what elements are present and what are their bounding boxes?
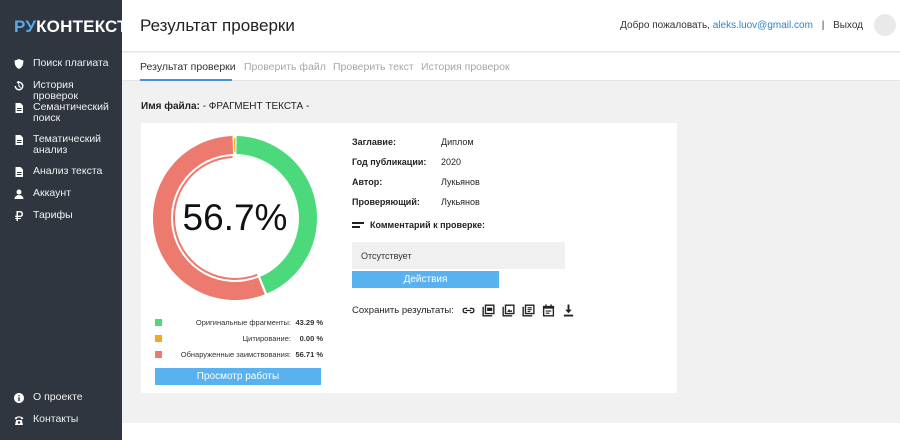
save-results: Сохранить результаты: [352, 303, 581, 317]
sidebar-item-plagiarism[interactable]: Поиск плагиата [0, 58, 122, 80]
tab-check-history[interactable]: История проверок [421, 61, 510, 73]
comment-heading: Комментарий к проверке: [352, 220, 485, 230]
download-icon[interactable] [561, 303, 577, 317]
legend-swatch [155, 319, 162, 326]
welcome-text: Добро пожаловать, [620, 20, 710, 31]
meta-value: Лукьянов [441, 197, 480, 207]
file-name-line: Имя файла: - ФРАГМЕНТ ТЕКСТА - [141, 101, 309, 112]
legend-swatch [155, 335, 162, 342]
legend: Оригинальные фрагменты: 43.29 % Цитирова… [155, 316, 323, 364]
sidebar-item-label: Контакты [33, 413, 79, 425]
sidebar-item-history[interactable]: История проверок [0, 80, 122, 102]
legend-value: 43.29 % [295, 318, 323, 327]
legend-label: Оригинальные фрагменты: [195, 318, 291, 327]
view-work-button[interactable]: Просмотр работы [155, 368, 321, 385]
sidebar-item-tariffs[interactable]: Тарифы [0, 210, 122, 232]
file-name-label: Имя файла: [141, 101, 200, 112]
meta-key: Автор: [352, 177, 383, 187]
tab-check-file[interactable]: Проверить файл [244, 61, 326, 73]
meta-value: 2020 [441, 157, 462, 167]
sidebar-item-label: Тематический анализ [33, 133, 102, 156]
sidebar-item-label: Аккаунт [33, 187, 72, 199]
legend-item-citation: Цитирование: 0.00 % [155, 332, 323, 348]
logo-context: КОНТЕКСТ [36, 17, 128, 36]
sidebar: РУКОНТЕКСТ Поиск плагиата История провер… [0, 0, 127, 440]
pdf-icon[interactable] [481, 303, 497, 317]
tab-check-result[interactable]: Результат проверки [140, 61, 236, 73]
sidebar-bottom-nav: О проекте Контакты [0, 392, 122, 436]
legend-value: 0.00 % [299, 334, 323, 343]
logo[interactable]: РУКОНТЕКСТ [14, 17, 128, 37]
legend-value: 56.71 % [295, 350, 323, 359]
sidebar-item-text-analysis[interactable]: Анализ текста [0, 166, 122, 188]
calendar-icon[interactable] [541, 303, 557, 317]
book-icon[interactable] [521, 303, 537, 317]
meta-value: Диплом [441, 137, 474, 147]
logout-link[interactable]: Выход [833, 20, 863, 31]
tab-check-text[interactable]: Проверить текст [333, 61, 414, 73]
legend-label: Цитирование: [242, 334, 291, 343]
active-tab-indicator [140, 79, 232, 81]
link-icon[interactable] [461, 303, 477, 317]
document-icon [12, 166, 26, 178]
meta-key: Проверяющий: [352, 197, 420, 207]
header: Результат проверки Добро пожаловать, ale… [122, 0, 900, 52]
pdf-icon[interactable] [501, 303, 517, 317]
legend-swatch [155, 351, 162, 358]
user-icon [12, 188, 26, 200]
legend-item-borrowed: Обнаруженные заимствования: 56.71 % [155, 348, 323, 364]
user-email-link[interactable]: aleks.luov@gmail.com [713, 20, 813, 31]
sidebar-item-thematic-analysis[interactable]: Тематический анализ [0, 134, 122, 166]
avatar[interactable] [874, 14, 896, 36]
file-name-value: - ФРАГМЕНТ ТЕКСТА - [202, 101, 310, 112]
sidebar-item-contacts[interactable]: Контакты [0, 414, 122, 436]
ruble-icon [12, 210, 26, 222]
info-icon [12, 392, 26, 404]
page-title: Результат проверки [140, 16, 295, 35]
user-bar: Добро пожаловать, aleks.luov@gmail.com |… [620, 20, 863, 31]
save-results-label: Сохранить результаты: [352, 304, 454, 316]
meta-value: Лукьянов [441, 177, 480, 187]
comment-box: Отсутствует [352, 242, 565, 269]
sidebar-item-label: О проекте [33, 391, 83, 403]
save-results-icons [461, 303, 581, 317]
legend-item-original: Оригинальные фрагменты: 43.29 % [155, 316, 323, 332]
separator: | [821, 20, 825, 31]
sidebar-item-label: История проверок [33, 79, 78, 102]
sidebar-item-label: Поиск плагиата [33, 57, 109, 69]
bottom-strip [122, 423, 900, 440]
document-icon [12, 102, 26, 114]
sidebar-item-label: Анализ текста [33, 165, 103, 177]
history-icon [12, 80, 26, 92]
comment-lines-icon [352, 222, 364, 228]
sidebar-nav: Поиск плагиата История проверок Семантич… [0, 58, 122, 232]
borrowed-percent: 56.7% [182, 197, 288, 238]
result-card: 56.7% Оригинальные фрагменты: 43.29 % Ци… [141, 123, 677, 393]
sidebar-item-label: Семантический поиск [33, 101, 109, 124]
logo-ru: РУ [14, 17, 37, 36]
meta-key: Заглавие: [352, 137, 396, 147]
sidebar-item-semantic-search[interactable]: Семантический поиск [0, 98, 122, 134]
phone-icon [12, 414, 26, 426]
document-icon [12, 134, 26, 146]
sidebar-item-account[interactable]: Аккаунт [0, 188, 122, 210]
legend-label: Обнаруженные заимствования: [180, 350, 291, 359]
shield-icon [12, 58, 26, 70]
sidebar-item-label: Тарифы [33, 209, 73, 221]
meta-key: Год публикации: [352, 157, 427, 167]
actions-button[interactable]: Действия [352, 271, 499, 288]
sidebar-item-about[interactable]: О проекте [0, 392, 122, 414]
comment-heading-label: Комментарий к проверке: [370, 220, 485, 230]
tab-bar: Результат проверки Проверить файл Провер… [122, 53, 900, 81]
